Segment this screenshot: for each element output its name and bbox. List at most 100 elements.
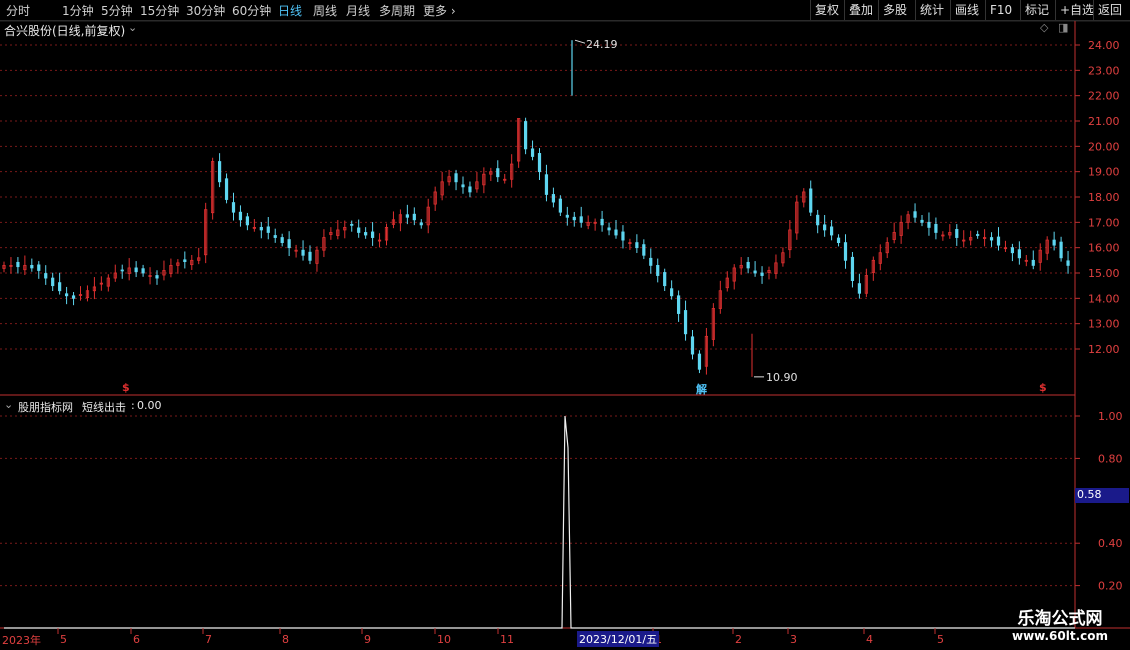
candle-body [683, 310, 688, 335]
candle-body [816, 214, 820, 226]
candle-body [823, 224, 827, 231]
candle-body [1066, 260, 1070, 266]
month-label: 4 [866, 633, 873, 646]
candle-body [809, 188, 813, 213]
price-tick-label: 19.00 [1088, 166, 1120, 179]
candle-body [217, 161, 222, 183]
candle-body [558, 198, 562, 213]
month-label: 5 [937, 633, 944, 646]
candle-body [58, 282, 62, 292]
month-label: 10 [437, 633, 451, 646]
candle-body [120, 269, 124, 272]
unlock-marker: 解 [696, 383, 707, 396]
indicator-name: 股朋指标网 [18, 401, 73, 414]
candle-body [927, 221, 931, 228]
candle-body [676, 295, 681, 314]
stock-chart[interactable]: 24.0023.0022.0021.0020.0019.0018.0017.00… [0, 0, 1130, 650]
candle-body [996, 236, 1001, 246]
month-label: 7 [205, 633, 212, 646]
panel-toggle-icon[interactable]: ◨ [1058, 21, 1068, 34]
high-pointer [574, 39, 586, 44]
high-price-label: 24.19 [586, 38, 618, 51]
candle-body [537, 153, 542, 173]
candle-body [16, 261, 20, 268]
price-tick-label: 24.00 [1088, 39, 1120, 52]
candle-body [843, 242, 848, 261]
low-price-label: 10.90 [766, 371, 798, 384]
candle-body [266, 226, 270, 233]
indicator-tick-label: 0.40 [1098, 537, 1123, 550]
candle-body [370, 231, 375, 238]
candle-body [649, 257, 653, 266]
candle-body [600, 218, 604, 226]
candle-body [301, 249, 305, 256]
indicator-tick-label: 0.20 [1098, 580, 1123, 593]
main-chart-title: 合兴股份(日线,前复权) [4, 24, 126, 38]
indicator-colon: : [131, 399, 135, 412]
month-label: 5 [60, 633, 67, 646]
candle-body [357, 227, 361, 233]
candle-body [51, 277, 55, 287]
candle-body [850, 256, 855, 282]
candle-body [350, 223, 354, 226]
candle-body [913, 211, 917, 218]
candle-body [141, 268, 145, 274]
candle-body [976, 234, 980, 236]
candle-body [621, 231, 625, 241]
candle-body [245, 216, 250, 226]
price-tick-label: 22.00 [1088, 90, 1120, 103]
candle-body [273, 235, 277, 238]
chevron-down-icon[interactable]: ⌄ [4, 398, 13, 411]
candle-body [697, 353, 702, 370]
candle-body [523, 121, 528, 150]
candle-body [412, 213, 416, 221]
candle-body [760, 272, 764, 276]
candle-body [468, 186, 472, 193]
candle-body [231, 202, 236, 213]
month-label: 11 [500, 633, 514, 646]
candle-body [642, 244, 646, 256]
candle-body [551, 194, 556, 203]
candle-body [857, 283, 862, 294]
price-tick-label: 12.00 [1088, 343, 1120, 356]
price-tick-label: 13.00 [1088, 318, 1120, 331]
watermark-url: www.60lt.com [1011, 629, 1109, 643]
chevron-down-icon[interactable]: ⌄ [128, 21, 137, 34]
candle-body [134, 267, 138, 273]
month-label: 6 [133, 633, 140, 646]
candle-body [530, 148, 535, 157]
candle-body [1017, 249, 1021, 259]
price-tick-label: 21.00 [1088, 115, 1120, 128]
candle-body [565, 214, 569, 218]
candle-body [1010, 247, 1015, 254]
indicator-value: 0.00 [137, 399, 162, 412]
candle-body [30, 264, 34, 269]
candle-body [663, 272, 667, 287]
candle-body [635, 242, 639, 249]
month-label: 8 [282, 633, 289, 646]
candle-body [1052, 239, 1056, 246]
candle-body [670, 288, 674, 297]
candle-body [1031, 259, 1035, 266]
indicator-line [4, 415, 1075, 629]
candle-body [71, 295, 76, 299]
diamond-icon[interactable]: ◇ [1040, 21, 1048, 34]
candle-body [183, 259, 187, 262]
price-tick-label: 14.00 [1088, 292, 1120, 305]
indicator-tick-label: 1.00 [1098, 410, 1123, 423]
candle-body [753, 270, 757, 274]
candle-body [607, 227, 611, 231]
candle-body [920, 219, 924, 223]
candle-body [224, 178, 229, 200]
watermark: 乐淘公式网 www.60lt.com [1000, 604, 1120, 643]
price-tick-label: 23.00 [1088, 64, 1120, 77]
candle-body [544, 174, 549, 195]
candle-body [64, 293, 69, 297]
month-label: 9 [364, 633, 371, 646]
candle-body [419, 222, 423, 226]
candle-body [496, 168, 500, 178]
price-tick-label: 15.00 [1088, 267, 1120, 280]
candle-body [461, 184, 465, 188]
candle-body [155, 275, 159, 279]
date-axis-year: 2023年 [2, 634, 41, 647]
